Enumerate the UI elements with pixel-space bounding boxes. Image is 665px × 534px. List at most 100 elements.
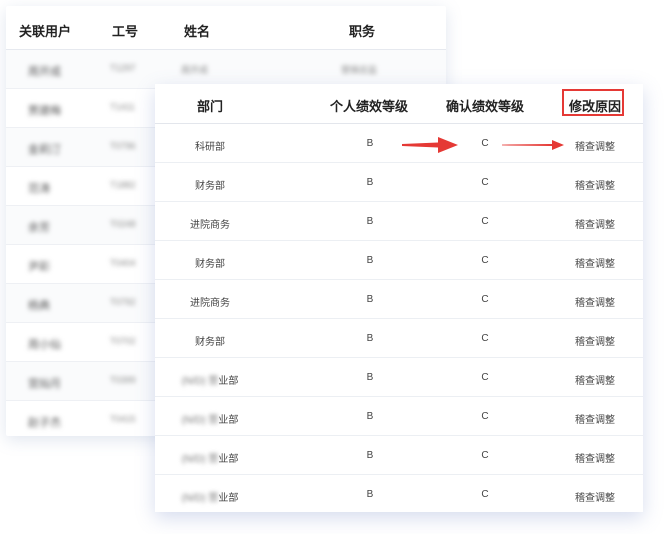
cell-user: 赵子杰 [28, 417, 61, 429]
arrow-to-modify-reason-icon [502, 140, 564, 150]
cell-modify-reason: 稽查调整 [575, 181, 615, 192]
cell-personal-grade: B [366, 372, 374, 383]
cell-department-name: 财务部 [195, 337, 225, 348]
cell-user: 金莉汀 [28, 144, 61, 156]
cell-modify-reason: 稽查调整 [575, 259, 615, 270]
cell-confirmed-grade: C [481, 450, 489, 461]
cell-confirmed-grade: C [481, 489, 489, 500]
cell-personal-grade: B [366, 255, 374, 266]
cell-employee-id: T0404 [110, 258, 136, 268]
cell-modify-reason: 稽查调整 [575, 142, 615, 153]
cell-department: 财务部 [155, 255, 265, 270]
performance-table-header: 部门 个人绩效等级 确认绩效等级 修改原因 [155, 84, 643, 124]
cell-modify-reason: 稽查调整 [575, 298, 615, 309]
cell-personal-grade: B [366, 294, 374, 305]
performance-row: 科研部 B C 稽查调整 [155, 124, 643, 163]
header-department: 部门 [197, 99, 224, 114]
cell-department-redacted: (N/D) 营 [181, 415, 219, 426]
cell-personal-grade: B [366, 138, 374, 149]
cell-department-redacted: (N/D) 营 [181, 376, 219, 387]
performance-row: 财务部 B C 稽查调整 [155, 241, 643, 280]
cell-confirmed-grade: C [481, 333, 489, 344]
cell-employee-id: T1297 [110, 63, 136, 73]
header-position: 职务 [349, 24, 376, 39]
cell-confirmed-grade: C [481, 294, 489, 305]
cell-department-name: 财务部 [195, 181, 225, 192]
cell-personal-grade: B [366, 333, 374, 344]
cell-confirmed-grade: C [481, 372, 489, 383]
cell-employee-id: T0399 [110, 375, 136, 385]
cell-employee-id: T1882 [110, 180, 136, 190]
cell-user: 尹彩 [28, 261, 50, 273]
cell-personal-grade: B [366, 177, 374, 188]
cell-modify-reason: 稽查调整 [575, 493, 615, 504]
performance-row: (N/D) 营业部 B C 稽查调整 [155, 475, 643, 512]
performance-adjustment-table: 部门 个人绩效等级 确认绩效等级 修改原因 科研部 B C 稽查调整 财务部 B C 稽查调整… [155, 84, 643, 512]
cell-department-name: 进院商务 [190, 220, 230, 231]
header-confirmed-grade: 确认绩效等级 [446, 99, 525, 114]
cell-department: 财务部 [155, 177, 265, 192]
cell-user: 贾建梅 [28, 105, 61, 117]
cell-department-redacted: (N/D) 营 [181, 493, 219, 504]
cell-employee-id: T0415 [110, 414, 136, 424]
screenshot-stage: 关联用户 工号 姓名 职务 周开成 T1297 周开成 营销总监 贾建梅 T1411 金莉汀… [0, 0, 665, 534]
cell-confirmed-grade: C [481, 138, 489, 149]
cell-confirmed-grade: C [481, 216, 489, 227]
arrow-to-confirmed-grade-icon [402, 137, 458, 153]
cell-confirmed-grade: C [481, 255, 489, 266]
cell-user: 杨典 [28, 300, 50, 312]
cell-department-name: 财务部 [195, 259, 225, 270]
performance-row: (N/D) 营业部 B C 稽查调整 [155, 436, 643, 475]
cell-personal-grade: B [366, 411, 374, 422]
cell-department: (N/D) 营业部 [155, 450, 265, 465]
header-employee-id: 工号 [112, 24, 139, 39]
cell-modify-reason: 稽查调整 [575, 454, 615, 465]
cell-name: 周开成 [181, 65, 209, 75]
cell-department: 科研部 [155, 138, 265, 153]
cell-department-redacted: (N/D) 营 [181, 454, 219, 465]
cell-user: 宫灿月 [28, 378, 61, 390]
cell-department: (N/D) 营业部 [155, 372, 265, 387]
cell-modify-reason: 稽查调整 [575, 376, 615, 387]
cell-user: 周开成 [28, 66, 61, 78]
cell-confirmed-grade: C [481, 177, 489, 188]
cell-personal-grade: B [366, 489, 374, 500]
performance-row: (N/D) 营业部 B C 稽查调整 [155, 397, 643, 436]
cell-department: 进院商务 [155, 216, 265, 231]
cell-user: 周小仙 [28, 339, 61, 351]
cell-employee-id: T0792 [110, 297, 136, 307]
performance-row: (N/D) 营业部 B C 稽查调整 [155, 358, 643, 397]
cell-modify-reason: 稽查调整 [575, 220, 615, 231]
cell-confirmed-grade: C [481, 411, 489, 422]
performance-row: 财务部 B C 稽查调整 [155, 319, 643, 358]
header-name: 姓名 [184, 24, 211, 39]
cell-department-name: 进院商务 [190, 298, 230, 309]
cell-position: 营销总监 [341, 65, 378, 75]
cell-department: 进院商务 [155, 294, 265, 309]
reason-highlight-box [562, 89, 624, 116]
performance-table-body: 科研部 B C 稽查调整 财务部 B C 稽查调整 进院商务 B C 稽查调整 财务部 B C 稽查调整 进院商… [155, 124, 643, 512]
cell-employee-id: T0796 [110, 141, 136, 151]
cell-department-name: 业部 [218, 376, 239, 387]
cell-department-name: 科研部 [195, 142, 225, 153]
cell-modify-reason: 稽查调整 [575, 415, 615, 426]
performance-row: 进院商务 B C 稽查调整 [155, 280, 643, 319]
cell-personal-grade: B [366, 216, 374, 227]
cell-department: 财务部 [155, 333, 265, 348]
performance-row: 进院商务 B C 稽查调整 [155, 202, 643, 241]
cell-department: (N/D) 营业部 [155, 489, 265, 504]
header-personal-grade: 个人绩效等级 [330, 99, 409, 114]
cell-user: 余芳 [28, 222, 50, 234]
cell-employee-id: T0248 [110, 219, 136, 229]
cell-department-name: 业部 [218, 415, 239, 426]
cell-modify-reason: 稽查调整 [575, 337, 615, 348]
cell-department-name: 业部 [218, 454, 239, 465]
cell-department-name: 业部 [218, 493, 239, 504]
cell-employee-id: T0702 [110, 336, 136, 346]
associated-user-table-header: 关联用户 工号 姓名 职务 [6, 6, 446, 50]
cell-personal-grade: B [366, 450, 374, 461]
header-associated-user: 关联用户 [19, 24, 72, 39]
cell-department: (N/D) 营业部 [155, 411, 265, 426]
performance-row: 财务部 B C 稽查调整 [155, 163, 643, 202]
cell-user: 范涛 [28, 183, 50, 195]
